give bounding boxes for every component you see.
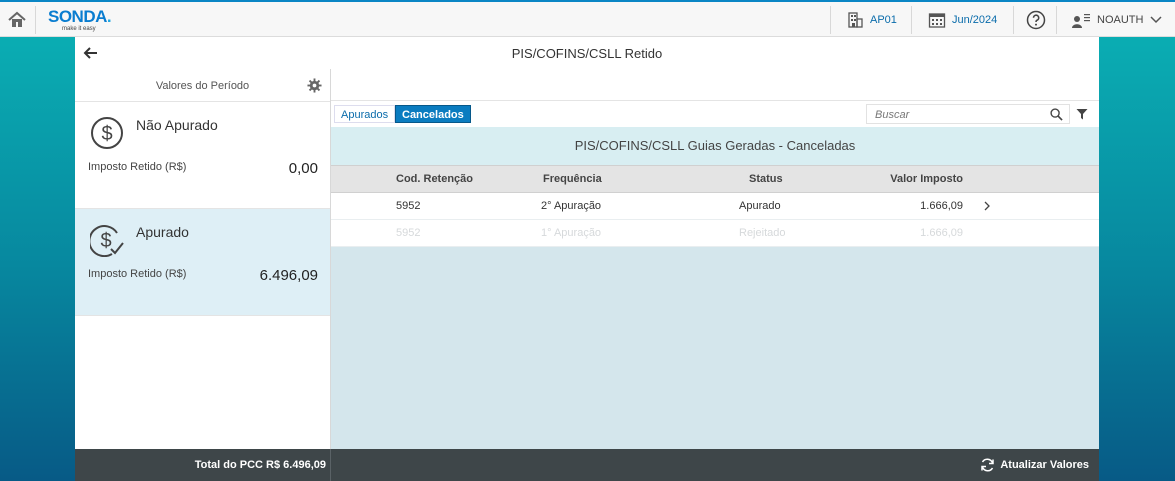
period-values-panel: Valores do Período $ Não Apurado Imposto… [75,69,331,449]
table-row: 5952 1° Apuração Rejeitado 1.666,09 [331,220,1099,247]
table-row[interactable]: 5952 2° Apuração Apurado 1.666,09 [331,193,1099,220]
divider [1013,6,1014,34]
svg-text:$: $ [100,230,111,252]
column-header[interactable]: Status [749,166,783,192]
building-icon [848,11,863,28]
table-header: Cod. Retenção Frequência Status Valor Im… [331,165,1099,193]
search-input[interactable]: Buscar [866,104,1070,124]
svg-text:$: $ [101,123,112,145]
card-value: 0,00 [288,160,318,177]
search-icon[interactable] [1050,108,1063,121]
total-pcc: Total do PCC R$ 6.496,09 [194,459,326,471]
filter-icon[interactable] [1076,108,1088,120]
refresh-label: Atualizar Valores [1000,459,1089,471]
period-selector[interactable]: Jun/2024 [928,2,997,37]
user-name: NOAUTH [1097,13,1144,26]
company-selector[interactable]: AP01 [846,2,897,37]
results-banner: PIS/COFINS/CSLL Guias Geradas - Cancelad… [331,127,1099,165]
period-values-title: Valores do Período [155,80,250,92]
panel-header: PIS/COFINS/CSLL Retido [75,37,1099,70]
user-menu[interactable]: NOAUTH [1071,2,1168,37]
dollar-check-icon: $ [90,225,124,257]
tab-apurados[interactable]: Apurados [334,105,396,123]
logo-tagline: make it easy [62,26,96,32]
sonda-logo: SONDA. make it easy [48,7,112,32]
column-header[interactable]: Valor Imposto [890,166,963,192]
cell-frequencia: 2° Apuração [541,200,602,212]
card-value: 6.496,09 [259,267,318,284]
cell-cod-retencao: 5952 [396,227,421,239]
card-title: Apurado [136,224,189,240]
card-nao-apurado[interactable]: $ Não Apurado Imposto Retido (R$) 0,00 [75,102,330,209]
help-icon[interactable] [1026,10,1046,30]
dollar-circle-icon: $ [91,117,123,149]
cell-valor-imposto: 1.666,09 [920,227,963,239]
cell-status: Rejeitado [739,227,786,239]
logo-dot: . [106,7,112,26]
calendar-icon [928,12,946,28]
divider [830,6,831,34]
home-icon[interactable] [7,10,27,30]
divider [330,449,331,481]
tab-cancelados[interactable]: Cancelados [395,105,471,123]
results-toolbar: Apurados Cancelados Buscar [331,101,1099,127]
column-header[interactable]: Frequência [543,166,602,192]
results-top-spacer [331,69,1099,101]
card-apurado[interactable]: $ Apurado Imposto Retido (R$) 6.496,09 [75,209,330,316]
cell-valor-imposto: 1.666,09 [920,200,963,212]
cell-status: Apurado [739,200,781,212]
divider [911,6,912,34]
divider [35,6,36,34]
company-code: AP01 [870,13,897,26]
main-panel: PIS/COFINS/CSLL Retido Valores do Períod… [75,37,1099,481]
divider [1056,6,1057,34]
chevron-down-icon [1150,15,1162,23]
results-panel: Apurados Cancelados Buscar PIS/COFINS/CS… [331,69,1099,449]
card-label: Imposto Retido (R$) [88,268,187,280]
page-title: PIS/COFINS/CSLL Retido [511,46,663,61]
chevron-right-icon[interactable] [982,201,992,211]
gear-icon[interactable] [307,78,322,93]
column-header[interactable]: Cod. Retenção [396,166,473,192]
card-title: Não Apurado [136,117,218,133]
refresh-button[interactable]: Atualizar Valores [980,458,1089,472]
refresh-icon [981,458,995,472]
search-placeholder: Buscar [875,109,910,121]
cell-frequencia: 1° Apuração [541,227,602,239]
footer-bar: Total do PCC R$ 6.496,09 Atualizar Valor… [75,449,1099,481]
cell-cod-retencao: 5952 [396,200,421,212]
logo-name: SONDA [48,7,107,26]
card-label: Imposto Retido (R$) [88,161,187,173]
period-values-header: Valores do Período [75,69,330,102]
top-bar: SONDA. make it easy AP01 Jun/2024 NOAUTH [0,0,1175,37]
period-value: Jun/2024 [952,13,998,26]
user-icon [1072,13,1090,28]
